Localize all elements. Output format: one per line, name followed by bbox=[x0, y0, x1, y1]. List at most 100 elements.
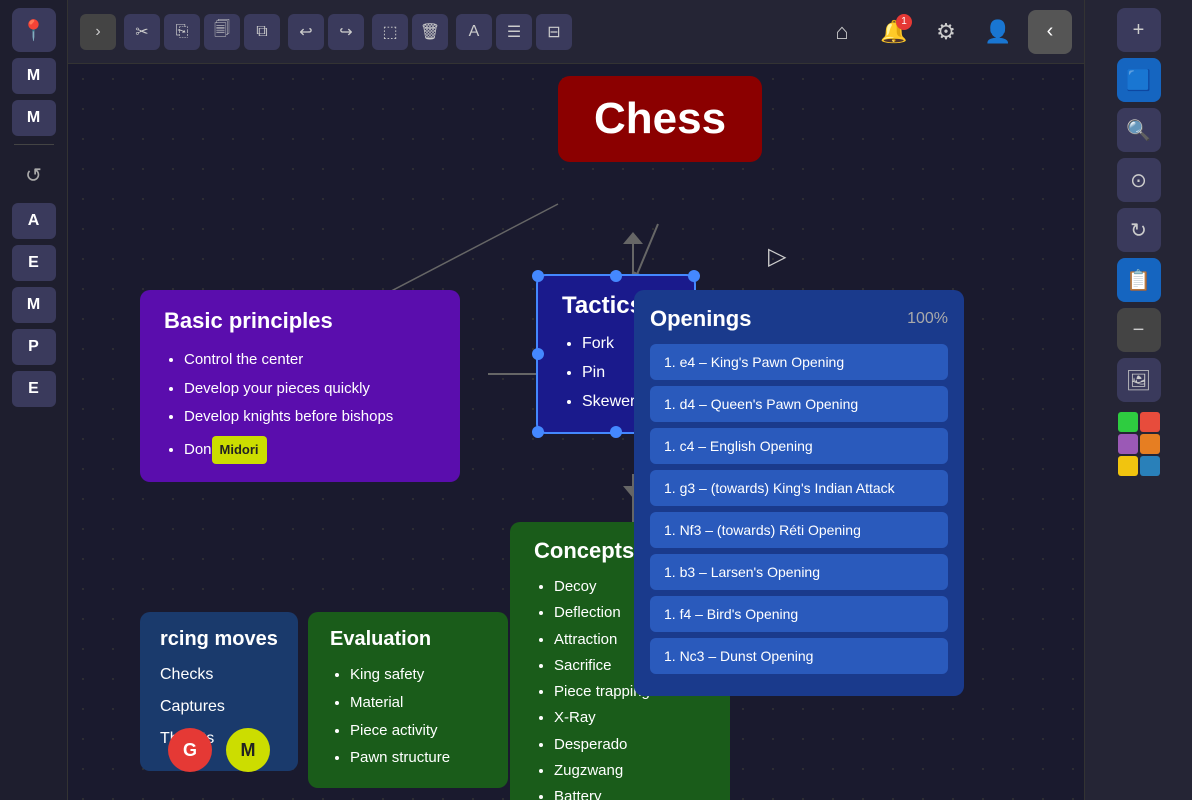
forcing-moves-node[interactable]: rcing moves Checks Captures Threats bbox=[140, 612, 298, 771]
paste-button[interactable]: 🗐 bbox=[204, 14, 240, 50]
list-button[interactable]: ☰ bbox=[496, 14, 532, 50]
forcing-moves-checks: Checks bbox=[160, 659, 278, 691]
opening-item-7[interactable]: 1. Nc3 – Dunst Opening bbox=[650, 638, 948, 674]
bp-item-center: Control the center bbox=[184, 346, 436, 375]
concepts-item-xray: X-Ray bbox=[554, 705, 706, 731]
sidebar-btn-a[interactable]: A bbox=[12, 203, 56, 239]
navigate-forward-button[interactable]: › bbox=[80, 14, 116, 50]
undo-button[interactable]: ↩ bbox=[288, 14, 324, 50]
select-all-button[interactable]: ⬚ bbox=[372, 14, 408, 50]
resize-handle-bm[interactable] bbox=[610, 426, 622, 438]
collapse-button[interactable]: ‹ bbox=[1028, 10, 1072, 54]
refresh-icon[interactable]: ↻ bbox=[1117, 208, 1161, 252]
evaluation-node[interactable]: Evaluation King safety Material Piece ac… bbox=[308, 612, 508, 788]
sidebar-btn-m2[interactable]: M bbox=[12, 100, 56, 136]
chess-title-text: Chess bbox=[594, 94, 726, 143]
swatch-blue[interactable] bbox=[1140, 456, 1160, 476]
swatch-row-3 bbox=[1118, 456, 1160, 476]
eval-item-material: Material bbox=[350, 689, 486, 717]
eval-item-king-safety: King safety bbox=[350, 661, 486, 689]
concepts-item-desperado: Desperado bbox=[554, 732, 706, 758]
swatch-green[interactable] bbox=[1118, 412, 1138, 432]
sidebar-divider-1 bbox=[14, 144, 54, 145]
copy-button[interactable]: ⎘ bbox=[164, 14, 200, 50]
notification-badge: 1 bbox=[896, 14, 912, 30]
opening-item-3[interactable]: 1. g3 – (towards) King's Indian Attack bbox=[650, 470, 948, 506]
sidebar-btn-e1[interactable]: E bbox=[12, 245, 56, 281]
sidebar-btn-m3[interactable]: M bbox=[12, 287, 56, 323]
basic-principles-list: Control the center Develop your pieces q… bbox=[164, 346, 436, 464]
resize-handle-tm[interactable] bbox=[610, 270, 622, 282]
resize-handle-ml[interactable] bbox=[532, 348, 544, 360]
zoom-in-icon[interactable]: 🔍 bbox=[1117, 108, 1161, 152]
bp-item-knights: Develop knights before bishops bbox=[184, 403, 436, 432]
concepts-item-battery: Battery bbox=[554, 784, 706, 800]
main-area: › ✂ ⎘ 🗐 ⧉ ↩ ↪ ⬚ 🗑 A ☰ ⊟ ⌂ 🔔 1 ⚙ 👤 ‹ bbox=[68, 0, 1084, 800]
add-icon[interactable]: + bbox=[1117, 8, 1161, 52]
eval-item-piece-activity: Piece activity bbox=[350, 717, 486, 745]
cursor-arrow: ▷ bbox=[768, 242, 786, 271]
delete-button[interactable]: 🗑 bbox=[412, 14, 448, 50]
avatar-m: M bbox=[226, 728, 270, 772]
resize-handle-tl[interactable] bbox=[532, 270, 544, 282]
history-icon[interactable]: ↺ bbox=[12, 153, 56, 197]
profile-icon[interactable]: 👤 bbox=[976, 10, 1020, 54]
swatch-yellow[interactable] bbox=[1118, 456, 1138, 476]
openings-zoom: 100% bbox=[907, 310, 948, 328]
sidebar-btn-m1[interactable]: M bbox=[12, 58, 56, 94]
image-icon[interactable]: 🖼 bbox=[1117, 358, 1161, 402]
text-button[interactable]: A bbox=[456, 14, 492, 50]
eval-item-pawn-structure: Pawn structure bbox=[350, 744, 486, 772]
opening-item-0[interactable]: 1. e4 – King's Pawn Opening bbox=[650, 344, 948, 380]
toolbar-undo-group: ↩ ↪ bbox=[288, 14, 364, 50]
forcing-moves-captures: Captures bbox=[160, 691, 278, 723]
notifications-icon[interactable]: 🔔 1 bbox=[872, 10, 916, 54]
opening-item-1[interactable]: 1. d4 – Queen's Pawn Opening bbox=[650, 386, 948, 422]
cut-button[interactable]: ✂ bbox=[124, 14, 160, 50]
bp-item-develop: Develop your pieces quickly bbox=[184, 375, 436, 404]
home-icon[interactable]: ⌂ bbox=[820, 10, 864, 54]
opening-item-4[interactable]: 1. Nf3 – (towards) Réti Opening bbox=[650, 512, 948, 548]
evaluation-title: Evaluation bbox=[330, 628, 486, 651]
color-swatches bbox=[1118, 412, 1160, 476]
swatch-row-2 bbox=[1118, 434, 1160, 454]
scan-icon[interactable]: ⊙ bbox=[1117, 158, 1161, 202]
basic-principles-node[interactable]: Basic principles Control the center Deve… bbox=[140, 290, 460, 482]
minus-icon[interactable]: − bbox=[1117, 308, 1161, 352]
toolbar-select-group: ⬚ 🗑 bbox=[372, 14, 448, 50]
swatch-red[interactable] bbox=[1140, 412, 1160, 432]
chess-title-node[interactable]: Chess bbox=[558, 76, 762, 162]
clone-button[interactable]: ⧉ bbox=[244, 14, 280, 50]
resize-handle-tr[interactable] bbox=[688, 270, 700, 282]
toolbar-edit-group: ✂ ⎘ 🗐 ⧉ bbox=[124, 14, 280, 50]
canvas[interactable]: Chess Tactics Fork Pin Skewer Concepts D… bbox=[68, 64, 1084, 800]
settings-icon[interactable]: ⚙ bbox=[924, 10, 968, 54]
avatar-g: G bbox=[168, 728, 212, 772]
midori-tag: Midori bbox=[212, 436, 267, 465]
swatch-row-1 bbox=[1118, 412, 1160, 432]
left-sidebar: 📍 M M ↺ A E M P E bbox=[0, 0, 68, 800]
toolbar-format-group: A ☰ ⊟ bbox=[456, 14, 572, 50]
sidebar-btn-e2[interactable]: E bbox=[12, 371, 56, 407]
basic-principles-title: Basic principles bbox=[164, 308, 436, 334]
opening-item-5[interactable]: 1. b3 – Larsen's Opening bbox=[650, 554, 948, 590]
openings-title: Openings bbox=[650, 306, 751, 332]
sidebar-btn-p[interactable]: P bbox=[12, 329, 56, 365]
align-button[interactable]: ⊟ bbox=[536, 14, 572, 50]
panel-note-icon[interactable]: 📋 bbox=[1117, 258, 1161, 302]
resize-handle-bl[interactable] bbox=[532, 426, 544, 438]
forcing-moves-title: rcing moves bbox=[160, 628, 278, 651]
redo-button[interactable]: ↪ bbox=[328, 14, 364, 50]
location-icon[interactable]: 📍 bbox=[12, 8, 56, 52]
bp-item-don: DonMidori bbox=[184, 432, 436, 465]
concepts-item-zugzwang: Zugzwang bbox=[554, 758, 706, 784]
panel-blue-active[interactable]: 🟦 bbox=[1117, 58, 1161, 102]
right-sidebar: + 🟦 🔍 ⊙ ↻ 📋 − 🖼 bbox=[1084, 0, 1192, 800]
swatch-orange[interactable] bbox=[1140, 434, 1160, 454]
opening-item-2[interactable]: 1. c4 – English Opening bbox=[650, 428, 948, 464]
evaluation-list: King safety Material Piece activity Pawn… bbox=[330, 661, 486, 772]
swatch-purple[interactable] bbox=[1118, 434, 1138, 454]
toolbar: › ✂ ⎘ 🗐 ⧉ ↩ ↪ ⬚ 🗑 A ☰ ⊟ ⌂ 🔔 1 ⚙ 👤 ‹ bbox=[68, 0, 1084, 64]
opening-item-6[interactable]: 1. f4 – Bird's Opening bbox=[650, 596, 948, 632]
toolbar-nav-group: › bbox=[80, 14, 116, 50]
